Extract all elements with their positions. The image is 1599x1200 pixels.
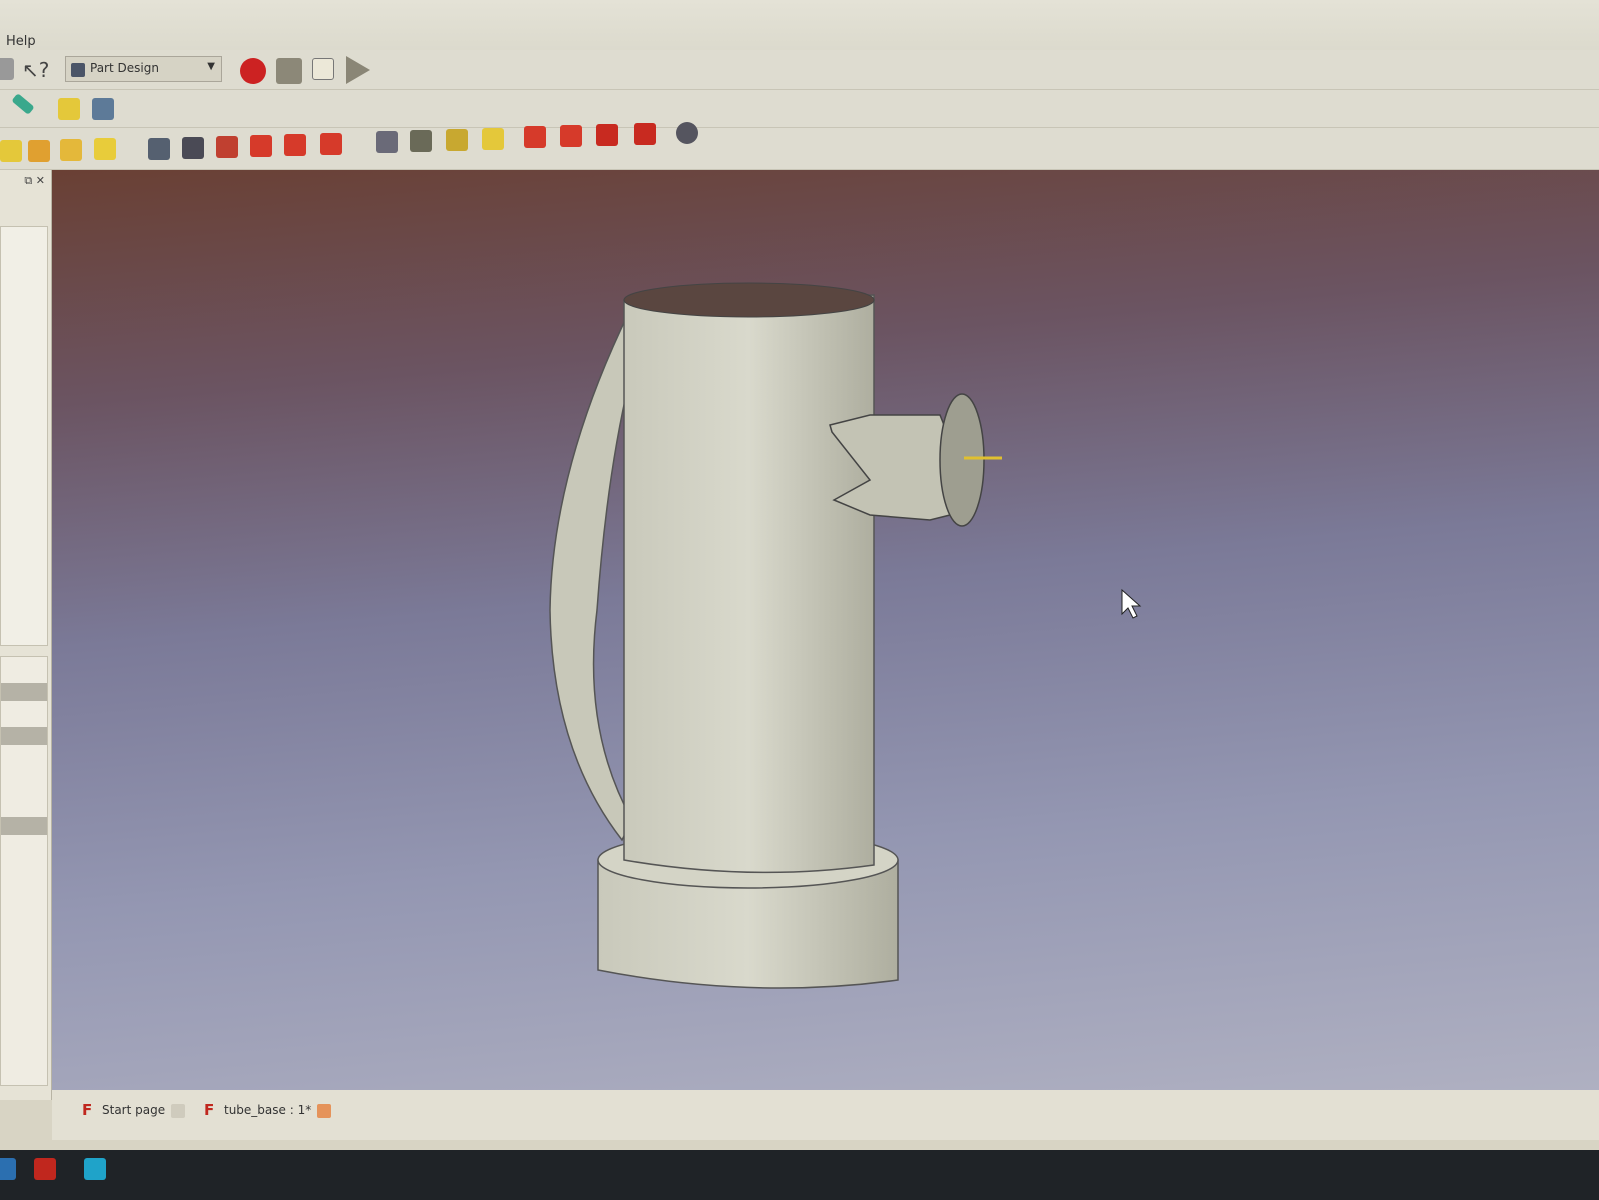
- menu-help[interactable]: Help: [6, 34, 36, 49]
- pocket-icon[interactable]: [148, 138, 170, 160]
- macro-play-icon[interactable]: [346, 56, 370, 84]
- freecad-icon: F: [204, 1101, 215, 1119]
- toolbar-macro: ↖? Part Design ▼: [0, 50, 1599, 90]
- revolution-icon[interactable]: [28, 140, 50, 162]
- close-icon[interactable]: [171, 1103, 186, 1118]
- subtractive-primitive-icon[interactable]: [320, 133, 342, 155]
- mouse-cursor-icon: [1121, 588, 1142, 619]
- combo-view-panel: ⧉ ✕: [0, 170, 52, 1100]
- freecad-taskbar-icon[interactable]: [34, 1158, 56, 1180]
- chevron-down-icon: ▼: [207, 61, 215, 72]
- multitransform-icon[interactable]: [482, 128, 504, 150]
- create-body-icon[interactable]: [58, 98, 80, 120]
- 3d-viewport[interactable]: [52, 170, 1599, 1100]
- subtractive-pipe-icon[interactable]: [284, 134, 306, 156]
- freecad-icon: F: [82, 1101, 93, 1119]
- chamfer-icon[interactable]: [560, 125, 582, 147]
- pad-icon[interactable]: [0, 140, 22, 162]
- os-taskbar: [0, 1150, 1599, 1200]
- additive-loft-icon[interactable]: [60, 139, 82, 161]
- boolean-icon[interactable]: [676, 122, 698, 144]
- measure-icon[interactable]: [11, 93, 35, 115]
- toolbar-partdesign: [0, 122, 1599, 170]
- tab-tube-base[interactable]: Ftube_base : 1*: [202, 1096, 332, 1126]
- app-taskbar-icon[interactable]: [84, 1158, 106, 1180]
- browser-icon[interactable]: [0, 1158, 16, 1180]
- mug-model: [549, 282, 1142, 989]
- mug-knob-disc: [939, 393, 985, 527]
- model-tree[interactable]: [0, 226, 48, 646]
- mug-handle: [549, 309, 633, 842]
- thickness-icon[interactable]: [634, 123, 656, 145]
- linear-pattern-icon[interactable]: [410, 130, 432, 152]
- panel-controls[interactable]: ⧉ ✕: [0, 170, 51, 196]
- document-tabs: F Start page Ftube_base : 1*: [52, 1090, 1599, 1140]
- mug-top: [623, 282, 875, 318]
- macro-record-icon[interactable]: [240, 58, 266, 84]
- groove-icon[interactable]: [216, 136, 238, 158]
- property-view[interactable]: [0, 656, 48, 1086]
- draft-icon[interactable]: [596, 124, 618, 146]
- polar-pattern-icon[interactable]: [446, 129, 468, 151]
- macro-edit-icon[interactable]: [312, 58, 334, 80]
- mug-body: [623, 294, 875, 874]
- partdesign-icon: [71, 63, 85, 77]
- fillet-icon[interactable]: [524, 126, 546, 148]
- create-group-icon[interactable]: [92, 98, 114, 120]
- hole-icon[interactable]: [182, 137, 204, 159]
- close-icon[interactable]: [317, 1103, 332, 1118]
- subtractive-loft-icon[interactable]: [250, 135, 272, 157]
- undo-icon[interactable]: [0, 58, 14, 80]
- whats-this-icon[interactable]: ↖?: [22, 58, 49, 82]
- workbench-selector[interactable]: Part Design ▼: [65, 56, 222, 82]
- macro-stop-icon[interactable]: [276, 58, 302, 84]
- additive-primitive-icon[interactable]: [94, 138, 116, 160]
- mirrored-icon[interactable]: [376, 131, 398, 153]
- tab-start-page[interactable]: F Start page: [80, 1096, 186, 1126]
- toolbar-view: [0, 90, 1599, 128]
- menu-bar: Help: [0, 0, 1599, 50]
